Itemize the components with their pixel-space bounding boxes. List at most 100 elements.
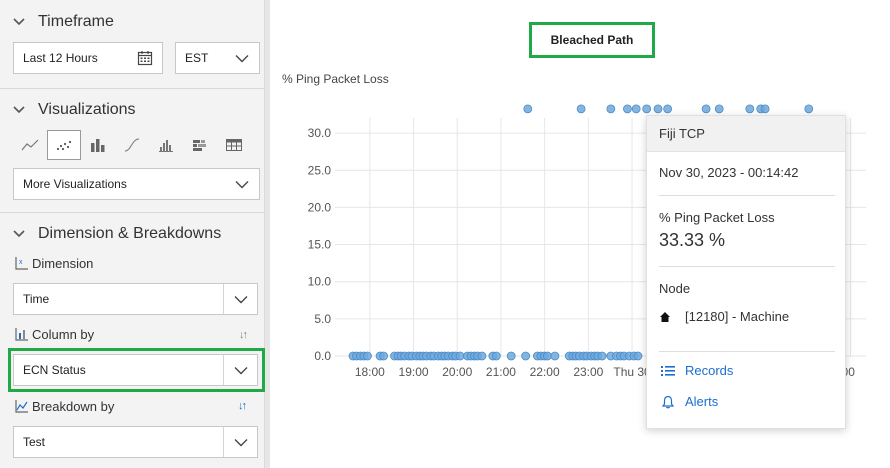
calendar-icon[interactable] xyxy=(128,43,162,73)
scatter-chart-icon[interactable] xyxy=(47,130,81,160)
records-link[interactable]: Records xyxy=(661,363,733,378)
chevron-down-icon xyxy=(223,284,257,314)
tooltip-timestamp: Nov 30, 2023 - 00:14:42 xyxy=(659,165,799,180)
data-point xyxy=(550,351,560,361)
sort-icon[interactable]: ↓↑ xyxy=(239,329,248,341)
y-tick-label: 25.0 xyxy=(308,163,332,177)
y-tick-label: 15.0 xyxy=(308,238,332,252)
x-tick-label: 21:00 xyxy=(486,365,516,379)
dimension-label-text: Dimension xyxy=(32,255,94,271)
column-chart-icon xyxy=(15,328,28,341)
breakdown-by-label: Breakdown by xyxy=(14,398,114,414)
more-visualizations-label: More Visualizations xyxy=(23,177,127,191)
line-chart-icon[interactable] xyxy=(13,130,47,160)
y-tick-label: 30.0 xyxy=(308,126,332,140)
dimension-label: x Dimension xyxy=(14,255,93,271)
data-point xyxy=(653,104,663,114)
timeframe-section-header[interactable]: Timeframe xyxy=(0,10,114,34)
x-tick-label: 22:00 xyxy=(530,365,560,379)
y-tick-label: 20.0 xyxy=(308,200,332,214)
section-divider xyxy=(0,212,264,213)
data-point-tooltip: Fiji TCP Nov 30, 2023 - 00:14:42 % Ping … xyxy=(646,115,846,429)
sidebar: Timeframe Last 12 Hours EST Visualizatio… xyxy=(0,0,268,468)
chevron-down-icon xyxy=(225,43,259,73)
data-point xyxy=(379,351,388,361)
more-visualizations-select[interactable]: More Visualizations xyxy=(13,168,260,200)
dimension-select[interactable]: Time xyxy=(13,283,258,315)
dimension-breakdowns-title: Dimension & Breakdowns xyxy=(38,225,222,242)
data-point xyxy=(714,104,724,114)
tooltip-node: [12180] - Machine xyxy=(659,309,789,324)
timezone-select[interactable]: EST xyxy=(175,42,260,74)
chevron-down-icon xyxy=(223,427,257,457)
y-tick-label: 0.0 xyxy=(314,349,331,363)
bar-chart-icon[interactable] xyxy=(81,130,115,160)
data-point xyxy=(606,104,616,114)
timeframe-range-value: Last 12 Hours xyxy=(23,51,98,65)
tooltip-divider xyxy=(659,266,835,267)
sort-icon-active[interactable]: ↓↑ xyxy=(238,400,247,412)
svg-text:x: x xyxy=(19,259,23,266)
table-icon[interactable] xyxy=(217,130,251,160)
data-point xyxy=(631,104,641,114)
tooltip-node-label: Node xyxy=(659,281,691,296)
visualization-type-picker xyxy=(13,130,251,160)
section-divider xyxy=(0,88,264,89)
data-point xyxy=(642,104,652,114)
sidebar-scrollbar[interactable] xyxy=(264,0,270,468)
alerts-label: Alerts xyxy=(685,394,719,409)
x-tick-label: 18:00 xyxy=(355,365,385,379)
data-point xyxy=(521,351,531,361)
chevron-down-icon xyxy=(0,229,38,239)
tooltip-metric-label: % Ping Packet Loss xyxy=(659,210,775,225)
data-point xyxy=(804,104,814,114)
data-point xyxy=(455,351,465,361)
dimension-breakdowns-section-header[interactable]: Dimension & Breakdowns xyxy=(0,222,221,246)
data-point xyxy=(363,351,372,361)
area-chart-icon xyxy=(15,400,28,413)
breakdown-by-value: Test xyxy=(23,435,46,449)
curve-chart-icon[interactable] xyxy=(115,130,149,160)
timezone-value: EST xyxy=(185,51,209,65)
list-icon xyxy=(661,365,675,376)
data-point xyxy=(523,104,533,114)
data-point xyxy=(491,351,501,361)
timeframe-title: Timeframe xyxy=(38,13,114,30)
tooltip-metric-value: 33.33 % xyxy=(659,230,726,250)
y-tick-label: 10.0 xyxy=(308,275,332,289)
data-point xyxy=(477,351,487,361)
records-label: Records xyxy=(685,363,734,378)
chevron-down-icon xyxy=(0,105,38,115)
data-point xyxy=(506,351,516,361)
data-point xyxy=(633,351,643,361)
timeframe-range-picker[interactable]: Last 12 Hours xyxy=(13,42,163,74)
column-by-highlight xyxy=(8,348,265,392)
axis-x-icon: x xyxy=(15,257,28,270)
stacked-bar-icon[interactable] xyxy=(183,130,217,160)
y-tick-label: 5.0 xyxy=(314,312,331,326)
data-point xyxy=(576,104,586,114)
dimension-value: Time xyxy=(23,292,50,306)
histogram-icon[interactable] xyxy=(149,130,183,160)
breakdown-by-label-text: Breakdown by xyxy=(32,398,115,414)
data-point xyxy=(745,104,755,114)
bell-icon xyxy=(661,395,675,408)
visualizations-section-header[interactable]: Visualizations xyxy=(0,98,136,122)
tooltip-node-value: [12180] - Machine xyxy=(685,309,790,324)
data-point xyxy=(701,104,711,114)
column-by-label-text: Column by xyxy=(32,326,95,342)
x-tick-label: 20:00 xyxy=(442,365,472,379)
chevron-down-icon xyxy=(0,17,38,27)
tooltip-series-name: Fiji TCP xyxy=(647,116,845,152)
alerts-link[interactable]: Alerts xyxy=(661,394,718,409)
column-by-label: Column by xyxy=(14,326,94,342)
data-point xyxy=(543,351,552,361)
breakdown-by-select[interactable]: Test xyxy=(13,426,258,458)
visualizations-title: Visualizations xyxy=(38,101,136,118)
tooltip-divider xyxy=(659,351,835,352)
x-tick-label: 23:00 xyxy=(573,365,603,379)
chevron-down-icon xyxy=(225,169,259,199)
data-point xyxy=(597,351,607,361)
data-point xyxy=(663,104,673,114)
home-icon xyxy=(660,311,670,322)
